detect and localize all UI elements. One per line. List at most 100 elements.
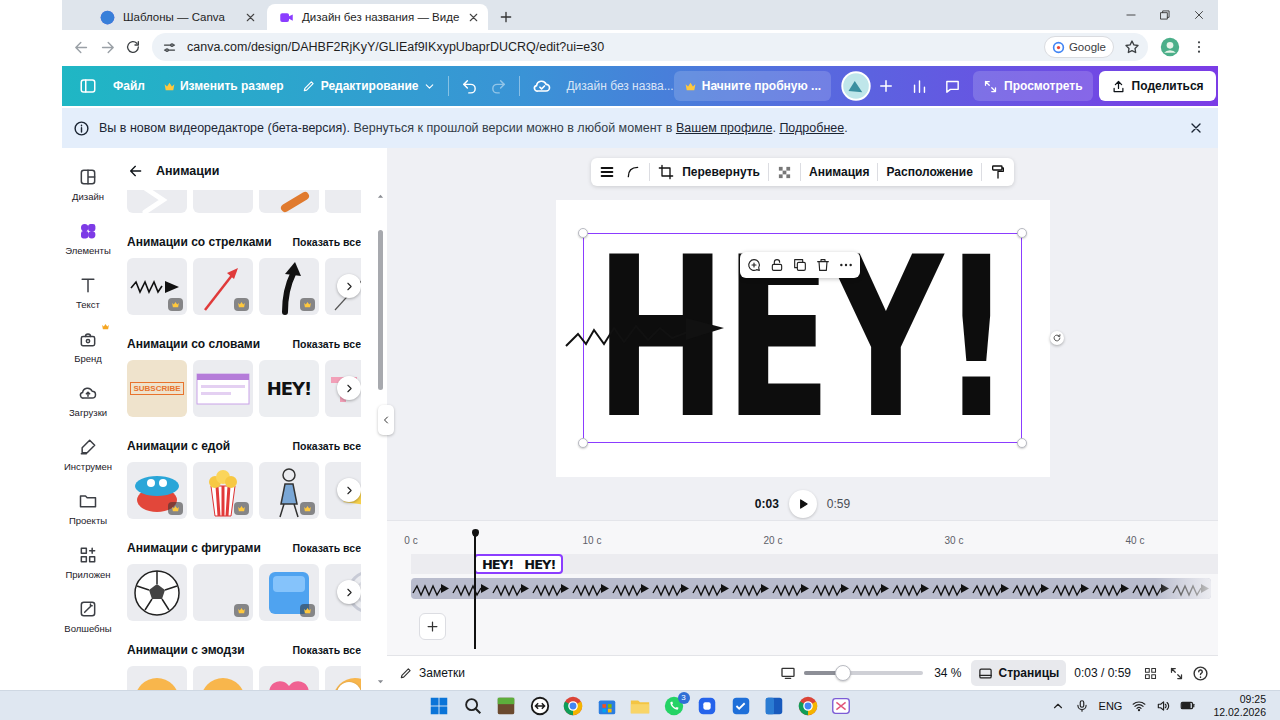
browser-tab[interactable]: Шаблоны — Canva <box>88 4 265 30</box>
lock-icon[interactable] <box>769 257 785 273</box>
resize-handle[interactable] <box>1017 228 1027 238</box>
close-icon[interactable] <box>1188 120 1204 136</box>
timeline-track[interactable] <box>411 578 1211 599</box>
chrome-icon[interactable] <box>562 695 584 717</box>
notes-button[interactable]: Заметки <box>399 666 465 680</box>
grid-icon[interactable] <box>1143 666 1158 681</box>
show-all-link[interactable]: Показать все <box>293 440 362 452</box>
rail-item[interactable]: Загрузки <box>62 374 114 428</box>
clock[interactable]: 09:2512.02.2026 <box>1213 693 1266 717</box>
back-button[interactable] <box>68 39 94 56</box>
animation-thumbnail[interactable]: HEY! <box>259 360 319 417</box>
store-icon[interactable] <box>596 695 618 717</box>
new-tab-button[interactable] <box>490 4 522 30</box>
chart-icon[interactable] <box>911 78 928 95</box>
next-button[interactable] <box>337 376 361 400</box>
crop-icon[interactable] <box>658 164 674 180</box>
show-all-link[interactable]: Показать все <box>293 236 362 248</box>
blue-app-icon[interactable] <box>696 695 718 717</box>
lens-chip[interactable]: Google <box>1044 36 1114 58</box>
sidebar-icon[interactable] <box>79 77 97 95</box>
animation-thumbnail[interactable] <box>259 564 319 621</box>
animation-thumbnail[interactable] <box>259 462 319 519</box>
snipping-tool-icon[interactable] <box>830 695 852 717</box>
rail-item[interactable]: Текст <box>62 266 114 320</box>
resize-button[interactable]: Изменить размер <box>163 79 284 93</box>
animation-thumbnail[interactable] <box>193 360 253 417</box>
animation-thumbnail[interactable] <box>259 666 319 690</box>
rail-item[interactable]: Инструмен <box>62 428 114 482</box>
animation-thumbnail[interactable] <box>127 666 187 690</box>
zoom-slider[interactable] <box>804 671 923 675</box>
chrome-icon[interactable] <box>797 695 819 717</box>
start-icon[interactable] <box>428 695 450 717</box>
next-button[interactable] <box>337 580 361 604</box>
zoom-knob[interactable] <box>835 665 851 681</box>
help-icon[interactable] <box>1192 665 1209 682</box>
collapse-panel-button[interactable] <box>378 405 394 435</box>
scrollbar[interactable] <box>377 193 384 685</box>
monitor-icon[interactable] <box>780 665 796 681</box>
word-icon[interactable] <box>763 695 785 717</box>
profile-avatar-icon[interactable] <box>1160 37 1180 57</box>
more-icon[interactable] <box>838 257 854 273</box>
battery-icon[interactable] <box>1180 698 1195 713</box>
animation-thumbnail[interactable] <box>127 190 187 213</box>
share-button[interactable]: Поделиться <box>1099 71 1216 101</box>
show-all-link[interactable]: Показать все <box>293 338 362 350</box>
volume-icon[interactable] <box>1156 699 1170 713</box>
star-icon[interactable] <box>1124 39 1140 55</box>
cloud-icon[interactable] <box>532 76 552 96</box>
timeline-clip[interactable]: HEY!HEY! <box>474 554 563 574</box>
plus-icon[interactable] <box>877 77 895 95</box>
animate-button[interactable]: Анимация <box>809 165 869 179</box>
omnibox[interactable]: canva.com/design/DAHBF2RjKyY/GLIEaf9IKxy… <box>152 33 1148 61</box>
next-button[interactable] <box>337 478 361 502</box>
undo-icon[interactable] <box>461 78 478 95</box>
preview-button[interactable]: Просмотреть <box>973 71 1093 101</box>
position-button[interactable]: Расположение <box>886 165 972 179</box>
window-close-button[interactable] <box>1182 8 1216 22</box>
expand-icon[interactable] <box>1169 666 1184 681</box>
animation-thumbnail[interactable] <box>127 564 187 621</box>
show-all-link[interactable]: Показать все <box>293 542 362 554</box>
copy-icon[interactable] <box>792 257 808 273</box>
search-icon[interactable] <box>462 695 484 717</box>
animation-thumbnail[interactable] <box>127 258 187 315</box>
resize-handle[interactable] <box>578 228 588 238</box>
rail-item[interactable]: Элементы <box>62 212 114 266</box>
animation-thumbnail[interactable] <box>325 190 361 213</box>
animation-thumbnail[interactable] <box>193 258 253 315</box>
editing-menu[interactable]: Редактирование <box>302 79 437 93</box>
animation-thumbnail[interactable] <box>259 258 319 315</box>
reload-button[interactable] <box>120 39 146 55</box>
play-button[interactable] <box>789 490 817 518</box>
close-icon[interactable] <box>467 11 480 24</box>
rotate-handle[interactable] <box>1050 331 1064 345</box>
rail-item[interactable]: Дизайн <box>62 158 114 212</box>
input-language[interactable]: ENG <box>1099 700 1123 712</box>
window-minus-button[interactable] <box>1114 8 1148 22</box>
checker-icon[interactable] <box>777 165 792 180</box>
animation-thumbnail[interactable]: SUBSCRIBE <box>127 360 187 417</box>
comment-icon[interactable] <box>944 78 961 95</box>
close-icon[interactable] <box>244 11 257 24</box>
add-track-button[interactable] <box>419 613 446 640</box>
caret-up-icon[interactable] <box>1051 699 1065 713</box>
resize-handle[interactable] <box>578 438 588 448</box>
lines-icon[interactable] <box>599 164 615 180</box>
animation-thumbnail[interactable] <box>127 462 187 519</box>
animation-thumbnail[interactable] <box>193 666 253 690</box>
animation-thumbnail[interactable] <box>193 190 253 213</box>
tasks-app-icon[interactable] <box>730 695 752 717</box>
next-button[interactable] <box>337 274 361 298</box>
mic-icon[interactable] <box>1075 699 1089 713</box>
animation-thumbnail[interactable] <box>193 564 253 621</box>
minecraft-icon[interactable] <box>495 695 517 717</box>
rail-item[interactable]: Волшебны <box>62 590 114 644</box>
browser-tab[interactable]: Дизайн без названия — Виде <box>267 4 488 30</box>
explorer-icon[interactable] <box>629 695 651 717</box>
playhead[interactable] <box>474 531 476 649</box>
show-all-link[interactable]: Показать все <box>293 644 362 656</box>
curve-icon[interactable] <box>625 164 641 180</box>
